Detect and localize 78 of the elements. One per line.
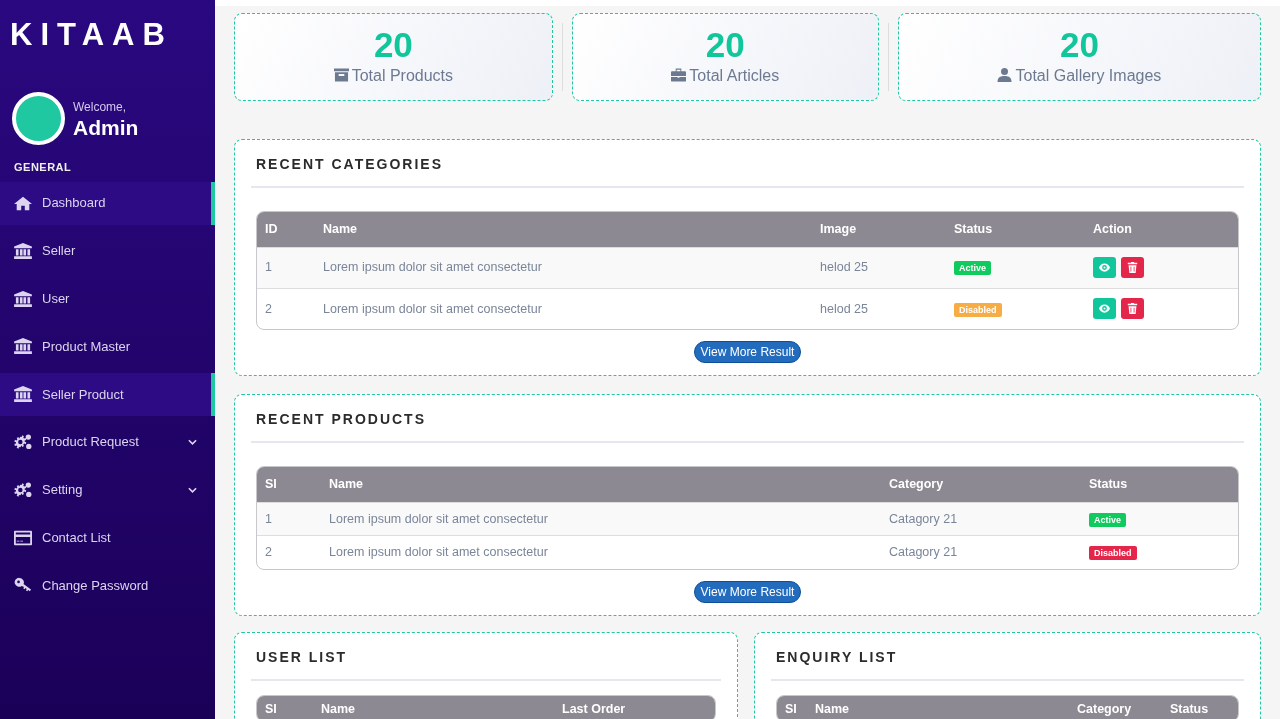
table-cell: Lorem ipsum dolor sit amet consectetur	[323, 301, 542, 316]
column-header: SI	[257, 695, 313, 719]
gears-icon	[14, 481, 32, 498]
chevron-down-icon	[188, 486, 197, 493]
column-header: Name	[807, 695, 1069, 719]
key-icon	[14, 577, 32, 594]
panel-title: ENQUIRY LIST	[771, 646, 1244, 681]
sidebar-item[interactable]: Change Password	[0, 563, 215, 607]
column-header: Status	[1162, 695, 1238, 719]
sidebar-item[interactable]: Seller Product	[0, 372, 215, 416]
bank-icon	[14, 338, 32, 355]
table-cell: 1	[265, 260, 272, 275]
stat-label: Total Gallery Images	[997, 64, 1162, 89]
column-header: Name	[315, 212, 812, 248]
sidebar-item[interactable]: User	[0, 277, 215, 321]
column-header: Category	[1069, 695, 1162, 719]
table-cell: Lorem ipsum dolor sit amet consectetur	[323, 260, 542, 275]
stat-label: Total Products	[333, 64, 454, 89]
view-more-button[interactable]: View More Result	[693, 580, 802, 603]
briefcase-icon	[671, 68, 687, 83]
table-cell: helod 25	[820, 260, 868, 275]
column-header: Action	[1085, 212, 1238, 248]
column-header: Category	[881, 467, 1081, 503]
stat-value: 20	[373, 25, 413, 65]
bank-icon	[14, 242, 32, 259]
column-header: SI	[257, 467, 321, 503]
stat-value: 20	[1059, 25, 1099, 65]
bank-icon	[14, 386, 32, 403]
sidebar-item[interactable]: Contact List	[0, 516, 215, 560]
home-icon	[14, 195, 32, 212]
table-cell: Lorem ipsum dolor sit amet consectetur	[329, 544, 548, 559]
gears-icon	[14, 434, 32, 451]
status-badge: Active	[954, 261, 991, 276]
panel-title: RECENT CATEGORIES	[251, 154, 1244, 188]
table-cell: Lorem ipsum dolor sit amet consectetur	[329, 511, 548, 526]
eye-icon	[1099, 303, 1110, 315]
archive-box-icon	[333, 68, 349, 83]
welcome-text: Welcome,	[73, 99, 128, 117]
column-header: Name	[313, 695, 554, 719]
trash-icon	[1127, 261, 1138, 273]
panel-title: RECENT PRODUCTS	[251, 409, 1244, 444]
user-icon	[997, 68, 1013, 83]
table-cell: Catagory 21	[889, 544, 958, 559]
status-badge: Active	[1089, 512, 1126, 527]
column-header: Image	[812, 212, 946, 248]
eye-icon	[1099, 261, 1110, 273]
sidebar-item[interactable]: Setting	[0, 468, 215, 512]
user-name: Admin	[73, 116, 139, 140]
panel-title: USER LIST	[251, 646, 721, 681]
trash-icon	[1127, 303, 1138, 315]
column-header: Status	[946, 212, 1085, 248]
credit-card-icon	[14, 529, 32, 546]
avatar	[12, 92, 65, 146]
column-header: ID	[257, 212, 315, 248]
table-cell: Catagory 21	[889, 511, 958, 526]
delete-button[interactable]	[1121, 256, 1144, 278]
bank-icon	[14, 290, 32, 307]
sidebar-item[interactable]: Product Master	[0, 325, 215, 368]
status-badge: Disabled	[1089, 545, 1137, 560]
stat-label: Total Articles	[671, 64, 780, 89]
column-header: Last Order	[554, 695, 715, 719]
column-header: Name	[321, 467, 881, 503]
stat-value: 20	[705, 25, 745, 65]
chevron-down-icon	[188, 439, 197, 446]
column-header: SI	[777, 695, 807, 719]
table-cell: 2	[265, 544, 272, 559]
sidebar-item[interactable]: Product Request	[0, 420, 215, 464]
status-badge: Disabled	[954, 302, 1002, 317]
column-header: Status	[1081, 467, 1238, 503]
sidebar-item[interactable]: Seller	[0, 229, 215, 273]
brand-logo: KITAAB	[9, 16, 174, 53]
table-cell: helod 25	[820, 301, 868, 316]
table-cell: 2	[265, 301, 272, 316]
sidebar-item[interactable]: Dashboard	[0, 181, 215, 225]
view-more-button[interactable]: View More Result	[693, 341, 802, 364]
table-cell: 1	[265, 511, 272, 526]
delete-button[interactable]	[1121, 298, 1144, 320]
section-heading: GENERAL	[13, 160, 73, 176]
